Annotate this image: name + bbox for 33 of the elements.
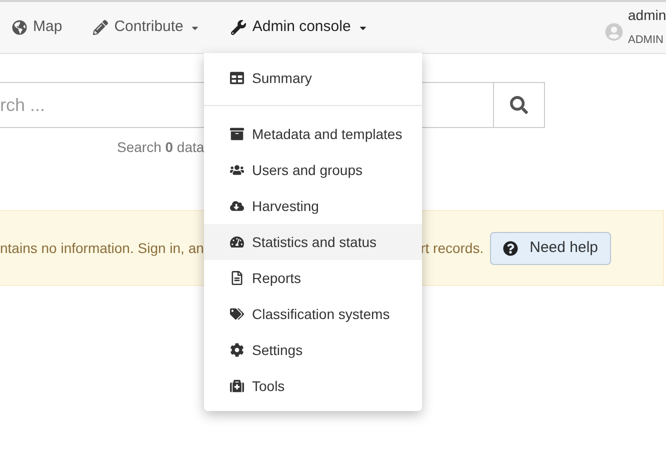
menu-item[interactable]: Tools <box>204 368 422 404</box>
users-icon <box>230 163 244 177</box>
menu-item[interactable]: Statistics and status <box>204 224 422 260</box>
user-name: admin <box>628 6 666 24</box>
nav-menu-item[interactable]: Map <box>12 16 62 39</box>
need-help-button[interactable]: Need help <box>490 232 611 264</box>
menu-item[interactable]: Harvesting <box>204 188 422 224</box>
alert-text: ntains no information. Sign in, an <box>0 238 204 258</box>
menu-item[interactable]: Summary <box>204 60 422 96</box>
search-summary: Search 0 data <box>117 139 204 155</box>
user-role: ADMIN <box>628 33 664 48</box>
medkit-icon <box>230 379 244 393</box>
cloud-download-icon <box>230 199 244 213</box>
search-button[interactable] <box>494 82 545 128</box>
menu-item[interactable]: Classification systems <box>204 296 422 332</box>
table-icon <box>230 71 244 85</box>
gauge-icon <box>230 235 244 249</box>
settings-icon <box>230 343 244 357</box>
menu-item[interactable]: Settings <box>204 332 422 368</box>
menu-item[interactable]: Reports <box>204 260 422 296</box>
menu-item[interactable]: Users and groups <box>204 152 422 188</box>
search-icon <box>510 96 528 114</box>
document-icon <box>230 271 244 285</box>
help-icon <box>502 240 518 256</box>
nav-menu-item[interactable]: Admin console <box>231 16 368 39</box>
avatar-icon <box>605 22 623 40</box>
menu-item[interactable]: Metadata and templates <box>204 116 422 152</box>
pencil-icon <box>93 20 108 35</box>
globe-icon <box>12 20 27 35</box>
archive-box-icon <box>230 127 244 141</box>
nav-menu-item[interactable]: Contribute <box>93 16 200 39</box>
wrench-icon <box>231 20 246 35</box>
tags-icon <box>230 307 244 321</box>
